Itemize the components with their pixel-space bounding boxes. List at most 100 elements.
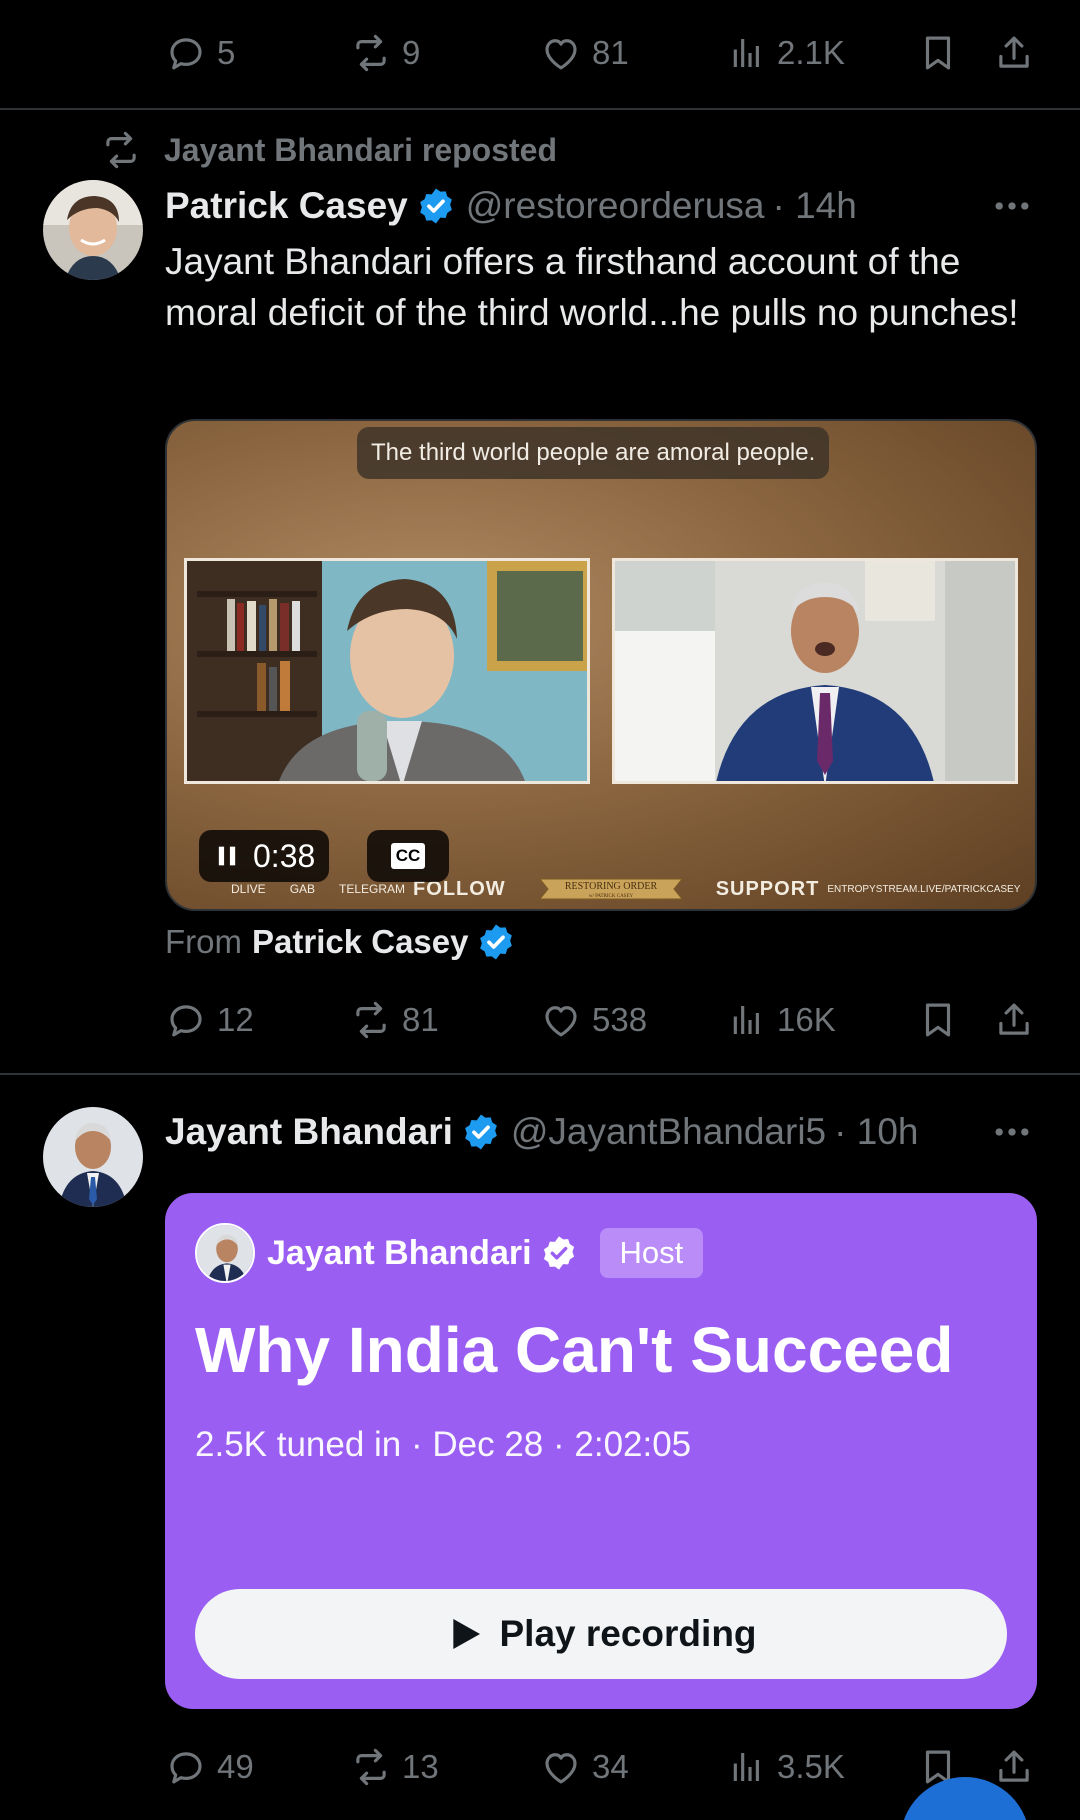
pause-button[interactable]: 0:38 (199, 830, 330, 882)
share-button[interactable] (993, 28, 1035, 78)
author-handle[interactable]: @restoreorderusa (466, 185, 765, 227)
like-count: 34 (592, 1748, 629, 1785)
avatar[interactable] (43, 180, 143, 280)
post-time: · 10h (834, 1111, 919, 1152)
repost-icon (350, 999, 392, 1041)
tweet-text: Jayant Bhandari offers a firsthand accou… (165, 241, 1019, 333)
from-name[interactable]: Patrick Casey (252, 923, 468, 961)
play-recording-label: Play recording (499, 1613, 757, 1654)
verified-badge-icon (476, 922, 516, 962)
views-count: 2.1K (777, 34, 845, 71)
views-icon (725, 999, 767, 1041)
repost-icon (350, 32, 392, 74)
bookmark-icon (917, 999, 959, 1041)
reply-button[interactable]: 49 (165, 1742, 254, 1792)
space-meta: 2.5K tuned in · Dec 28 · 2:02:05 (195, 1425, 692, 1464)
avatar-image (43, 1107, 143, 1207)
verified-badge-icon (540, 1234, 578, 1272)
reply-count: 5 (217, 34, 236, 71)
share-button[interactable] (993, 1742, 1035, 1792)
bookmark-button[interactable] (917, 28, 959, 78)
footer-gab: GAB (289, 882, 316, 896)
video-panel-left (184, 558, 590, 784)
footer-telegram: TELEGRAM (339, 882, 406, 896)
video-caption: The third world people are amoral people… (357, 427, 830, 479)
share-button[interactable] (993, 995, 1035, 1045)
more-options-icon[interactable] (990, 1110, 1034, 1154)
views-icon (725, 1746, 767, 1788)
post-time: · 14h (772, 185, 857, 226)
more-options-icon[interactable] (990, 184, 1034, 228)
tweet-header: Patrick Casey @restoreorderusa · 14h (165, 180, 857, 232)
heart-icon (540, 1746, 582, 1788)
divider (0, 108, 1080, 110)
repost-button[interactable]: 13 (350, 1742, 439, 1792)
repost-count: 9 (402, 34, 421, 71)
top-action-bar: 5 9 81 2.1K (165, 28, 1045, 78)
like-button[interactable]: 81 (540, 28, 629, 78)
reply-icon (165, 999, 207, 1041)
verified-badge-icon[interactable] (461, 1112, 501, 1152)
verified-badge-icon[interactable] (416, 186, 456, 226)
tweet-header: Jayant Bhandari @JayantBhandari5 · 10h (165, 1106, 918, 1158)
like-button[interactable]: 538 (540, 995, 647, 1045)
space-card[interactable]: Jayant Bhandari Host Why India Can't Suc… (165, 1193, 1037, 1709)
video-panel-right (612, 558, 1018, 784)
author-name[interactable]: Patrick Casey (165, 185, 408, 227)
heart-icon (540, 999, 582, 1041)
video-frame-guest (615, 561, 1015, 781)
banner-subtext: w/ PATRICK CASEY (589, 894, 634, 899)
heart-icon (540, 32, 582, 74)
avatar[interactable] (43, 1107, 143, 1207)
reply-icon (165, 32, 207, 74)
repost-button[interactable]: 81 (350, 995, 439, 1045)
views-count: 3.5K (777, 1748, 845, 1785)
like-count: 538 (592, 1001, 648, 1038)
views-button[interactable]: 2.1K (725, 28, 845, 78)
repost-icon (350, 1746, 392, 1788)
host-avatar (195, 1223, 255, 1283)
reply-button[interactable]: 5 (165, 28, 235, 78)
footer-support: SUPPORT (715, 877, 820, 900)
play-icon (453, 1619, 481, 1649)
footer-url: ENTROPYSTREAM.LIVE/PATRICKCASEY (827, 883, 1021, 895)
reply-count: 12 (217, 1001, 254, 1038)
banner-text: RESTORING ORDER (565, 881, 658, 892)
bookmark-button[interactable] (917, 995, 959, 1045)
repost-count: 81 (402, 1001, 439, 1038)
repost-count: 13 (402, 1748, 439, 1785)
bookmark-icon (917, 32, 959, 74)
avatar-image (43, 180, 143, 280)
space-title: Why India Can't Succeed (195, 1314, 954, 1386)
video-footer-banner: DLIVE GAB TELEGRAM FOLLOW RESTORING ORDE… (207, 874, 1027, 904)
like-button[interactable]: 34 (540, 1742, 629, 1792)
footer-dlive: DLIVE (231, 882, 266, 896)
reply-icon (165, 1746, 207, 1788)
repost-text: Jayant Bhandari reposted (164, 131, 557, 168)
host-badge: Host (599, 1228, 704, 1278)
video-player[interactable]: The third world people are amoral people… (165, 419, 1037, 911)
captions-icon: CC (390, 843, 426, 869)
host-name: Jayant Bhandari (267, 1233, 532, 1272)
video-source: From Patrick Casey (165, 918, 516, 966)
views-button[interactable]: 3.5K (725, 1742, 845, 1792)
video-frame-host (187, 561, 587, 781)
author-handle[interactable]: @JayantBhandari5 (511, 1111, 826, 1153)
views-icon (725, 32, 767, 74)
pause-icon (218, 846, 236, 866)
reply-count: 49 (217, 1748, 254, 1785)
space-host-row: Jayant Bhandari Host (195, 1223, 704, 1283)
reply-button[interactable]: 12 (165, 995, 254, 1045)
repost-button[interactable]: 9 (350, 28, 420, 78)
views-count: 16K (777, 1001, 836, 1038)
repost-icon (100, 129, 142, 171)
divider (0, 1073, 1080, 1075)
video-timestamp: 0:38 (253, 837, 316, 874)
tweet2-action-bar: 49 13 34 3.5K (165, 1742, 1045, 1792)
captions-button[interactable]: CC (367, 830, 449, 882)
author-name[interactable]: Jayant Bhandari (165, 1111, 453, 1153)
restoring-order-logo: RESTORING ORDER w/ PATRICK CASEY (538, 878, 683, 900)
views-button[interactable]: 16K (725, 995, 836, 1045)
play-recording-button[interactable]: Play recording (195, 1589, 1007, 1679)
repost-indicator[interactable]: Jayant Bhandari reposted (100, 128, 557, 172)
